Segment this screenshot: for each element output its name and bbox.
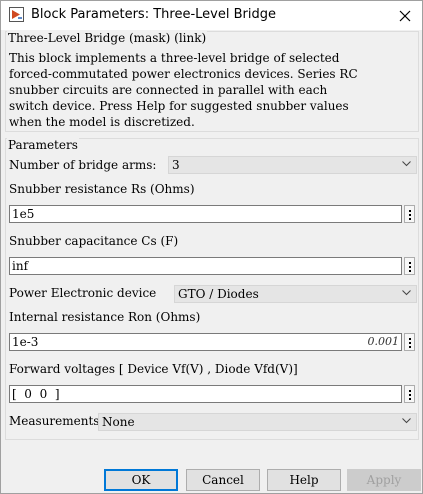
help-button[interactable]: Help bbox=[267, 469, 341, 491]
close-button[interactable] bbox=[387, 1, 422, 30]
chevron-down-icon bbox=[402, 418, 411, 424]
simulink-block-icon bbox=[9, 7, 24, 22]
snubber-resistance-input[interactable] bbox=[12, 206, 312, 222]
chevron-down-icon bbox=[402, 161, 411, 167]
device-select[interactable]: GTO / Diodes bbox=[174, 285, 417, 303]
chevron-down-icon bbox=[402, 290, 411, 296]
dialog-window: Block Parameters: Three-Level Bridge Thr… bbox=[0, 0, 423, 494]
internal-resistance-input[interactable] bbox=[12, 334, 312, 350]
snubber-capacitance-input[interactable] bbox=[12, 258, 312, 274]
internal-resistance-field[interactable]: 0.001 bbox=[9, 333, 402, 351]
snubber-resistance-menu-button[interactable] bbox=[404, 205, 415, 223]
forward-voltages-field[interactable] bbox=[9, 385, 402, 403]
window-title: Block Parameters: Three-Level Bridge bbox=[31, 7, 276, 22]
internal-resistance-label: Internal resistance Ron (Ohms) bbox=[9, 310, 201, 324]
ok-button[interactable]: OK bbox=[104, 469, 178, 491]
device-value: GTO / Diodes bbox=[178, 287, 259, 301]
forward-voltages-menu-button[interactable] bbox=[404, 385, 415, 403]
forward-voltages-label: Forward voltages [ Device Vf(V) , Diode … bbox=[9, 362, 298, 376]
apply-button[interactable]: Apply bbox=[347, 469, 421, 491]
cancel-button[interactable]: Cancel bbox=[186, 469, 260, 491]
measurements-label: Measurements bbox=[9, 414, 100, 428]
internal-resistance-evaluated: 0.001 bbox=[367, 335, 400, 348]
mask-description: This block implements a three-level brid… bbox=[9, 51, 358, 129]
internal-resistance-menu-button[interactable] bbox=[404, 333, 415, 351]
mask-heading: Three-Level Bridge (mask) (link) bbox=[7, 31, 208, 45]
snubber-capacitance-label: Snubber capacitance Cs (F) bbox=[9, 234, 179, 248]
bridge-arms-label: Number of bridge arms: bbox=[9, 158, 157, 172]
measurements-value: None bbox=[102, 415, 135, 429]
close-icon bbox=[399, 10, 410, 21]
parameters-legend: Parameters bbox=[7, 138, 79, 152]
forward-voltages-input[interactable] bbox=[12, 386, 312, 402]
snubber-capacitance-menu-button[interactable] bbox=[404, 257, 415, 275]
snubber-resistance-label: Snubber resistance Rs (Ohms) bbox=[9, 182, 195, 196]
measurements-select[interactable]: None bbox=[98, 413, 417, 431]
bridge-arms-select[interactable]: 3 bbox=[168, 156, 417, 174]
title-bar: Block Parameters: Three-Level Bridge bbox=[1, 1, 422, 30]
bridge-arms-value: 3 bbox=[172, 158, 180, 172]
snubber-resistance-field[interactable] bbox=[9, 205, 402, 223]
device-label: Power Electronic device bbox=[9, 286, 157, 300]
snubber-capacitance-field[interactable] bbox=[9, 257, 402, 275]
